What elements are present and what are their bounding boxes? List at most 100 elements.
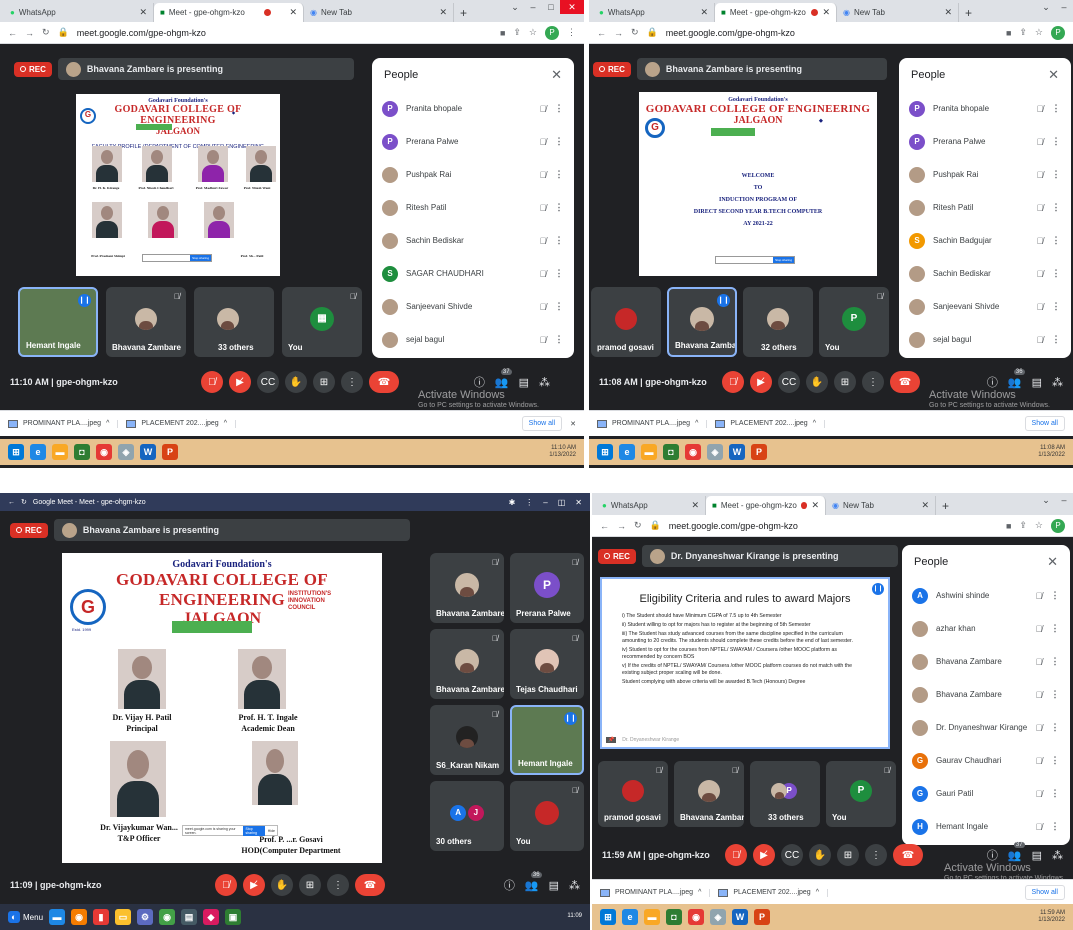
chevron-up-icon[interactable]: ^ bbox=[224, 420, 227, 427]
raise-hand-button[interactable]: ✋ bbox=[271, 874, 293, 896]
maximize-icon[interactable]: □ bbox=[542, 0, 560, 14]
close-icon[interactable]: ✕ bbox=[551, 67, 562, 83]
close-icon[interactable]: ✕ bbox=[139, 7, 147, 18]
download-item[interactable]: PROMINANT PLA....jpeg ^ bbox=[8, 419, 119, 428]
new-tab-icon[interactable]: + bbox=[936, 499, 955, 515]
participant-tile[interactable]: ❙❙ Hemant Ingale bbox=[18, 287, 98, 357]
download-item[interactable]: PLACEMENT 202....jpeg ^ bbox=[715, 419, 825, 428]
back-icon[interactable]: ← bbox=[8, 499, 15, 506]
chrome-icon[interactable]: ◉ bbox=[159, 909, 176, 925]
minimize-icon[interactable]: – bbox=[543, 498, 547, 507]
mic-off-button[interactable]: 🎙̸ bbox=[201, 371, 223, 393]
menu-icon[interactable]: ⋮ bbox=[525, 498, 533, 507]
share-icon[interactable]: ⇪ bbox=[513, 27, 521, 38]
participant-row[interactable]: P Prerana Palwe 🎙̸ ⋮ bbox=[372, 125, 574, 158]
tab-whatsapp[interactable]: ● WhatsApp ✕ bbox=[596, 496, 706, 515]
more-options-icon[interactable]: ⋮ bbox=[1050, 722, 1060, 733]
people-icon[interactable]: 👥 37 bbox=[495, 368, 512, 389]
tab-new-tab[interactable]: ◉ New Tab ✕ bbox=[826, 496, 936, 515]
participant-row[interactable]: G Gaurav Chaudhari 🎙̸ ⋮ bbox=[902, 744, 1070, 777]
participant-tile[interactable]: pramod gosavi bbox=[591, 287, 661, 357]
close-icon[interactable]: ✕ bbox=[811, 500, 819, 511]
more-options-icon[interactable]: ⋮ bbox=[1050, 755, 1060, 766]
people-icon[interactable]: 👥 36 bbox=[1008, 368, 1025, 389]
ie-icon[interactable]: e bbox=[619, 444, 635, 460]
close-icon[interactable]: ✕ bbox=[700, 7, 708, 18]
reload-icon[interactable]: ↻ bbox=[634, 520, 642, 531]
windows-start-icon[interactable]: ⊞ bbox=[600, 909, 616, 925]
participant-tile[interactable]: 🎙̸ Bhavana Zambare bbox=[430, 629, 504, 699]
participant-row[interactable]: S Sachin Badgujar 🎙̸ ⋮ bbox=[899, 224, 1071, 257]
end-call-button[interactable]: ☎ bbox=[355, 874, 385, 896]
participant-tile[interactable]: 🎙̸ Bhavana Zambare bbox=[106, 287, 186, 357]
chrome-icon[interactable]: ◉ bbox=[688, 909, 704, 925]
more-options-icon[interactable]: ⋮ bbox=[1051, 334, 1061, 345]
camera-off-button[interactable]: ▶̸ bbox=[243, 874, 265, 896]
back-icon[interactable]: ← bbox=[597, 28, 606, 38]
participant-row[interactable]: sejal bagul 🎙̸ ⋮ bbox=[372, 323, 574, 356]
profile-avatar[interactable]: P bbox=[1051, 25, 1065, 40]
participant-row[interactable]: P Prerana Palwe 🎙̸ ⋮ bbox=[899, 125, 1071, 158]
settings-icon[interactable]: ⚙ bbox=[137, 909, 154, 925]
participant-row[interactable]: Sanjeevani Shivde 🎙̸ ⋮ bbox=[372, 290, 574, 323]
activities-icon[interactable]: ⁂ bbox=[1052, 376, 1063, 389]
info-icon[interactable]: ⓘ bbox=[474, 374, 485, 390]
raise-hand-button[interactable]: ✋ bbox=[809, 844, 831, 866]
raise-hand-button[interactable]: ✋ bbox=[806, 371, 828, 393]
participant-tile[interactable]: 🎙̸ Tejas Chaudhari bbox=[510, 629, 584, 699]
tab-meet[interactable]: ■ Meet - gpe-ohgm-kzo ✕ bbox=[154, 3, 304, 22]
store-icon[interactable]: ◘ bbox=[663, 444, 679, 460]
mic-off-button[interactable]: 🎙̸ bbox=[215, 874, 237, 896]
camera-off-button[interactable]: ▶̸ bbox=[229, 371, 251, 393]
minimize-icon[interactable]: – bbox=[524, 0, 542, 14]
chevron-up-icon[interactable]: ^ bbox=[813, 420, 816, 427]
tab-whatsapp[interactable]: ● WhatsApp ✕ bbox=[593, 3, 715, 22]
files-icon[interactable]: ▬ bbox=[49, 909, 66, 925]
more-options-icon[interactable]: ⋮ bbox=[1051, 202, 1061, 213]
camera-off-button[interactable]: ▶̸ bbox=[753, 844, 775, 866]
participant-row[interactable]: Bhavana Zambare 🎙̸ ⋮ bbox=[902, 678, 1070, 711]
folder-icon[interactable]: ▭ bbox=[115, 909, 132, 925]
new-tab-icon[interactable]: + bbox=[959, 6, 978, 22]
chat-icon[interactable]: ▤ bbox=[519, 376, 529, 389]
people-icon[interactable]: 👥 36 bbox=[525, 871, 542, 892]
word-icon[interactable]: W bbox=[140, 444, 156, 460]
participant-tile[interactable]: 32 others bbox=[743, 287, 813, 357]
captions-button[interactable]: CC bbox=[781, 844, 803, 866]
word-icon[interactable]: W bbox=[732, 909, 748, 925]
more-options-icon[interactable]: ⋮ bbox=[1050, 656, 1060, 667]
participant-tile[interactable]: 🎙̸ P Prerana Palwe bbox=[510, 553, 584, 623]
camera-off-button[interactable]: ▶̸ bbox=[750, 371, 772, 393]
chevron-up-icon[interactable]: ^ bbox=[695, 420, 698, 427]
people-icon[interactable]: 👥 37 bbox=[1008, 841, 1025, 862]
participant-row[interactable]: S SAGAR CHAUDHARI 🎙̸ ⋮ bbox=[372, 257, 574, 290]
participant-tile[interactable]: ❙❙Bhavana Zambare bbox=[667, 287, 737, 357]
download-item[interactable]: PROMINANT PLA....jpeg ^ bbox=[597, 419, 708, 428]
new-tab-icon[interactable]: + bbox=[454, 6, 473, 22]
pin-icon[interactable]: 📌 bbox=[606, 737, 617, 743]
forward-icon[interactable]: → bbox=[25, 28, 34, 38]
participant-row[interactable]: Ritesh Patil 🎙̸ ⋮ bbox=[372, 191, 574, 224]
present-button[interactable]: ⊞ bbox=[299, 874, 321, 896]
chevron-up-icon[interactable]: ^ bbox=[816, 889, 819, 896]
windows-start-icon[interactable]: ⊞ bbox=[8, 444, 24, 460]
ie-icon[interactable]: e bbox=[30, 444, 46, 460]
powerpoint-icon[interactable]: P bbox=[754, 909, 770, 925]
participant-tile[interactable]: 🎙̸ S6_Karan Nikam bbox=[430, 705, 504, 775]
more-options-icon[interactable]: ⋮ bbox=[1050, 821, 1060, 832]
more-options-icon[interactable]: ⋮ bbox=[1050, 590, 1060, 601]
participant-tile[interactable]: 🎙̸ P You bbox=[826, 761, 896, 827]
raise-hand-button[interactable]: ✋ bbox=[285, 371, 307, 393]
maximize-icon[interactable]: ◫ bbox=[558, 498, 566, 507]
participant-tile[interactable]: 🎙̸ Bhavana Zambare bbox=[674, 761, 744, 827]
tab-whatsapp[interactable]: ● WhatsApp ✕ bbox=[4, 3, 154, 22]
tab-meet[interactable]: ■ Meet - gpe-ohgm-kzo ✕ bbox=[706, 496, 826, 515]
chat-icon[interactable]: ▤ bbox=[1032, 849, 1042, 862]
download-item[interactable]: PROMINANT PLA....jpeg ^ bbox=[600, 888, 711, 897]
show-all-button[interactable]: Show all bbox=[1024, 416, 1065, 431]
present-button[interactable]: ⊞ bbox=[837, 844, 859, 866]
more-options-button[interactable]: ⋮ bbox=[341, 371, 363, 393]
download-item[interactable]: PLACEMENT 202....jpeg ^ bbox=[126, 419, 236, 428]
more-options-icon[interactable]: ⋮ bbox=[554, 334, 564, 345]
more-options-button[interactable]: ⋮ bbox=[862, 371, 884, 393]
